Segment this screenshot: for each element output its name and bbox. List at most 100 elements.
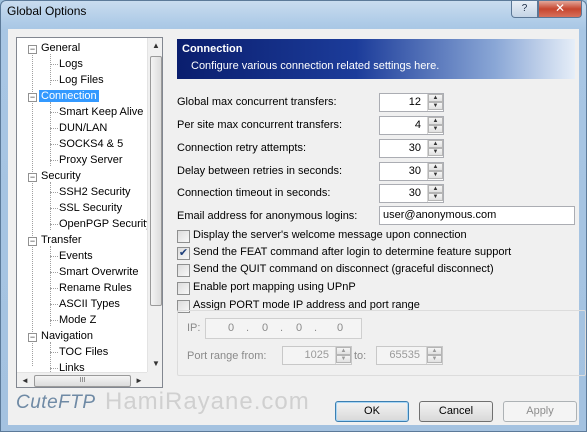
- tree-item-openpgp-security[interactable]: OpenPGP Security: [57, 216, 154, 232]
- port-range-to-stepper[interactable]: 65535 ▲ ▼: [376, 346, 443, 365]
- increment-icon[interactable]: ▲: [428, 117, 443, 125]
- tree-item-ssl-security[interactable]: SSL Security: [57, 200, 124, 216]
- increment-icon[interactable]: ▲: [336, 347, 351, 355]
- tree-item-smart-overwrite[interactable]: Smart Overwrite: [57, 264, 140, 280]
- tree-item-label: General: [41, 42, 81, 54]
- tree-item-label: Log Files: [59, 74, 104, 86]
- decrement-icon[interactable]: ▼: [336, 355, 351, 363]
- ip-octet: 0: [296, 322, 303, 334]
- tree-item-label: SSL Security: [59, 202, 123, 214]
- per-site-stepper[interactable]: 4 ▲ ▼: [379, 116, 444, 135]
- retry-stepper[interactable]: 30 ▲ ▼: [379, 139, 444, 158]
- vertical-scroll-thumb[interactable]: [150, 56, 162, 306]
- increment-icon[interactable]: ▲: [428, 94, 443, 102]
- increment-icon[interactable]: ▲: [428, 140, 443, 148]
- max-transfers-stepper[interactable]: 12 ▲ ▼: [379, 93, 444, 112]
- stepper-buttons: ▲ ▼: [426, 347, 442, 364]
- tree-item-smart-keep-alive[interactable]: Smart Keep Alive: [57, 104, 145, 120]
- stepper-buttons: ▲ ▼: [427, 163, 443, 180]
- ip-dot: .: [314, 322, 318, 334]
- cancel-button[interactable]: Cancel: [419, 401, 493, 422]
- tree-vertical-scrollbar[interactable]: ▲ ▼: [147, 38, 162, 372]
- delay-stepper[interactable]: 30 ▲ ▼: [379, 162, 444, 181]
- decrement-icon[interactable]: ▼: [428, 102, 443, 110]
- tree-item-dun-lan[interactable]: DUN/LAN: [57, 120, 109, 136]
- tree-item-general[interactable]: General: [39, 40, 82, 56]
- timeout-label: Connection timeout in seconds:: [177, 187, 331, 199]
- timeout-stepper[interactable]: 30 ▲ ▼: [379, 184, 444, 203]
- scroll-up-icon[interactable]: ▲: [148, 38, 162, 54]
- retry-label: Connection retry attempts:: [177, 142, 307, 154]
- tree-item-connection[interactable]: Connection: [39, 88, 99, 104]
- apply-button[interactable]: Apply: [503, 401, 577, 422]
- checkmark-icon[interactable]: ✔: [177, 247, 190, 260]
- tree-item-events[interactable]: Events: [57, 248, 95, 264]
- checkbox-label: Send the QUIT command on disconnect (gra…: [193, 263, 494, 275]
- stepper-buttons: ▲ ▼: [335, 347, 351, 364]
- max-transfers-value: 12: [408, 96, 421, 108]
- port-range-to-label: to:: [354, 350, 367, 362]
- ip-label: IP:: [187, 322, 201, 334]
- tree-item-rename-rules[interactable]: Rename Rules: [57, 280, 134, 296]
- scroll-down-icon[interactable]: ▼: [148, 356, 162, 372]
- tree-items: − General Logs Log Files − Connection Sm…: [17, 38, 152, 374]
- decrement-icon[interactable]: ▼: [427, 355, 442, 363]
- decrement-icon[interactable]: ▼: [428, 171, 443, 179]
- stepper-buttons: ▲ ▼: [427, 140, 443, 157]
- tree-item-toc-files[interactable]: TOC Files: [57, 344, 110, 360]
- email-field[interactable]: user@anonymous.com: [379, 206, 575, 225]
- checkbox-label: Send the FEAT command after login to det…: [193, 246, 512, 258]
- tree-line: [50, 246, 51, 326]
- tree-item-security[interactable]: Security: [39, 168, 83, 184]
- collapse-icon[interactable]: −: [28, 45, 37, 54]
- port-range-from-label: Port range from:: [187, 350, 267, 362]
- scroll-left-icon[interactable]: ◄: [17, 373, 33, 387]
- tree-item-log-files[interactable]: Log Files: [57, 72, 106, 88]
- checkbox-box[interactable]: [177, 282, 190, 295]
- scroll-right-icon[interactable]: ►: [131, 373, 147, 387]
- tree-item-proxy-server[interactable]: Proxy Server: [57, 152, 125, 168]
- ip-address-field[interactable]: 0 . 0 . 0 . 0: [205, 318, 362, 339]
- checkbox-box[interactable]: [177, 264, 190, 277]
- tree-item-label: Events: [59, 250, 93, 262]
- options-tree[interactable]: − General Logs Log Files − Connection Sm…: [16, 37, 163, 388]
- title-bar[interactable]: Global Options ? ✕: [1, 1, 587, 21]
- ip-octet: 0: [262, 322, 269, 334]
- tree-item-label: Mode Z: [59, 314, 97, 326]
- ok-button[interactable]: OK: [335, 401, 409, 422]
- port-range-from-value: 1025: [304, 349, 329, 361]
- tree-item-mode-z[interactable]: Mode Z: [57, 312, 98, 328]
- tree-horizontal-scrollbar[interactable]: ◄ III ►: [17, 372, 147, 387]
- tree-line: [50, 182, 51, 230]
- tree-item-ascii-types[interactable]: ASCII Types: [57, 296, 122, 312]
- watermark: HamiRayane.com: [105, 388, 310, 415]
- collapse-icon[interactable]: −: [28, 173, 37, 182]
- horizontal-scroll-thumb[interactable]: III: [34, 375, 131, 387]
- decrement-icon[interactable]: ▼: [428, 193, 443, 201]
- port-range-from-stepper[interactable]: 1025 ▲ ▼: [282, 346, 352, 365]
- tree-item-ssh2-security[interactable]: SSH2 Security: [57, 184, 133, 200]
- ip-octet: 0: [337, 322, 344, 334]
- port-range-to-value: 65535: [389, 349, 420, 361]
- close-icon[interactable]: ✕: [538, 1, 582, 18]
- stepper-buttons: ▲ ▼: [427, 185, 443, 202]
- increment-icon[interactable]: ▲: [428, 185, 443, 193]
- help-button[interactable]: ?: [511, 1, 538, 18]
- tree-item-socks[interactable]: SOCKS4 & 5: [57, 136, 125, 152]
- collapse-icon[interactable]: −: [28, 237, 37, 246]
- collapse-icon[interactable]: −: [28, 333, 37, 342]
- checkbox-box[interactable]: [177, 230, 190, 243]
- increment-icon[interactable]: ▲: [427, 347, 442, 355]
- decrement-icon[interactable]: ▼: [428, 148, 443, 156]
- tree-item-navigation[interactable]: Navigation: [39, 328, 95, 344]
- tree-item-logs[interactable]: Logs: [57, 56, 85, 72]
- tree-item-label: Logs: [59, 58, 83, 70]
- ip-dot: .: [280, 322, 284, 334]
- increment-icon[interactable]: ▲: [428, 163, 443, 171]
- tree-item-label: Smart Overwrite: [59, 266, 139, 278]
- max-transfers-label: Global max concurrent transfers:: [177, 96, 337, 108]
- collapse-icon[interactable]: −: [28, 93, 37, 102]
- window-title: Global Options: [7, 4, 87, 18]
- tree-item-transfer[interactable]: Transfer: [39, 232, 84, 248]
- decrement-icon[interactable]: ▼: [428, 125, 443, 133]
